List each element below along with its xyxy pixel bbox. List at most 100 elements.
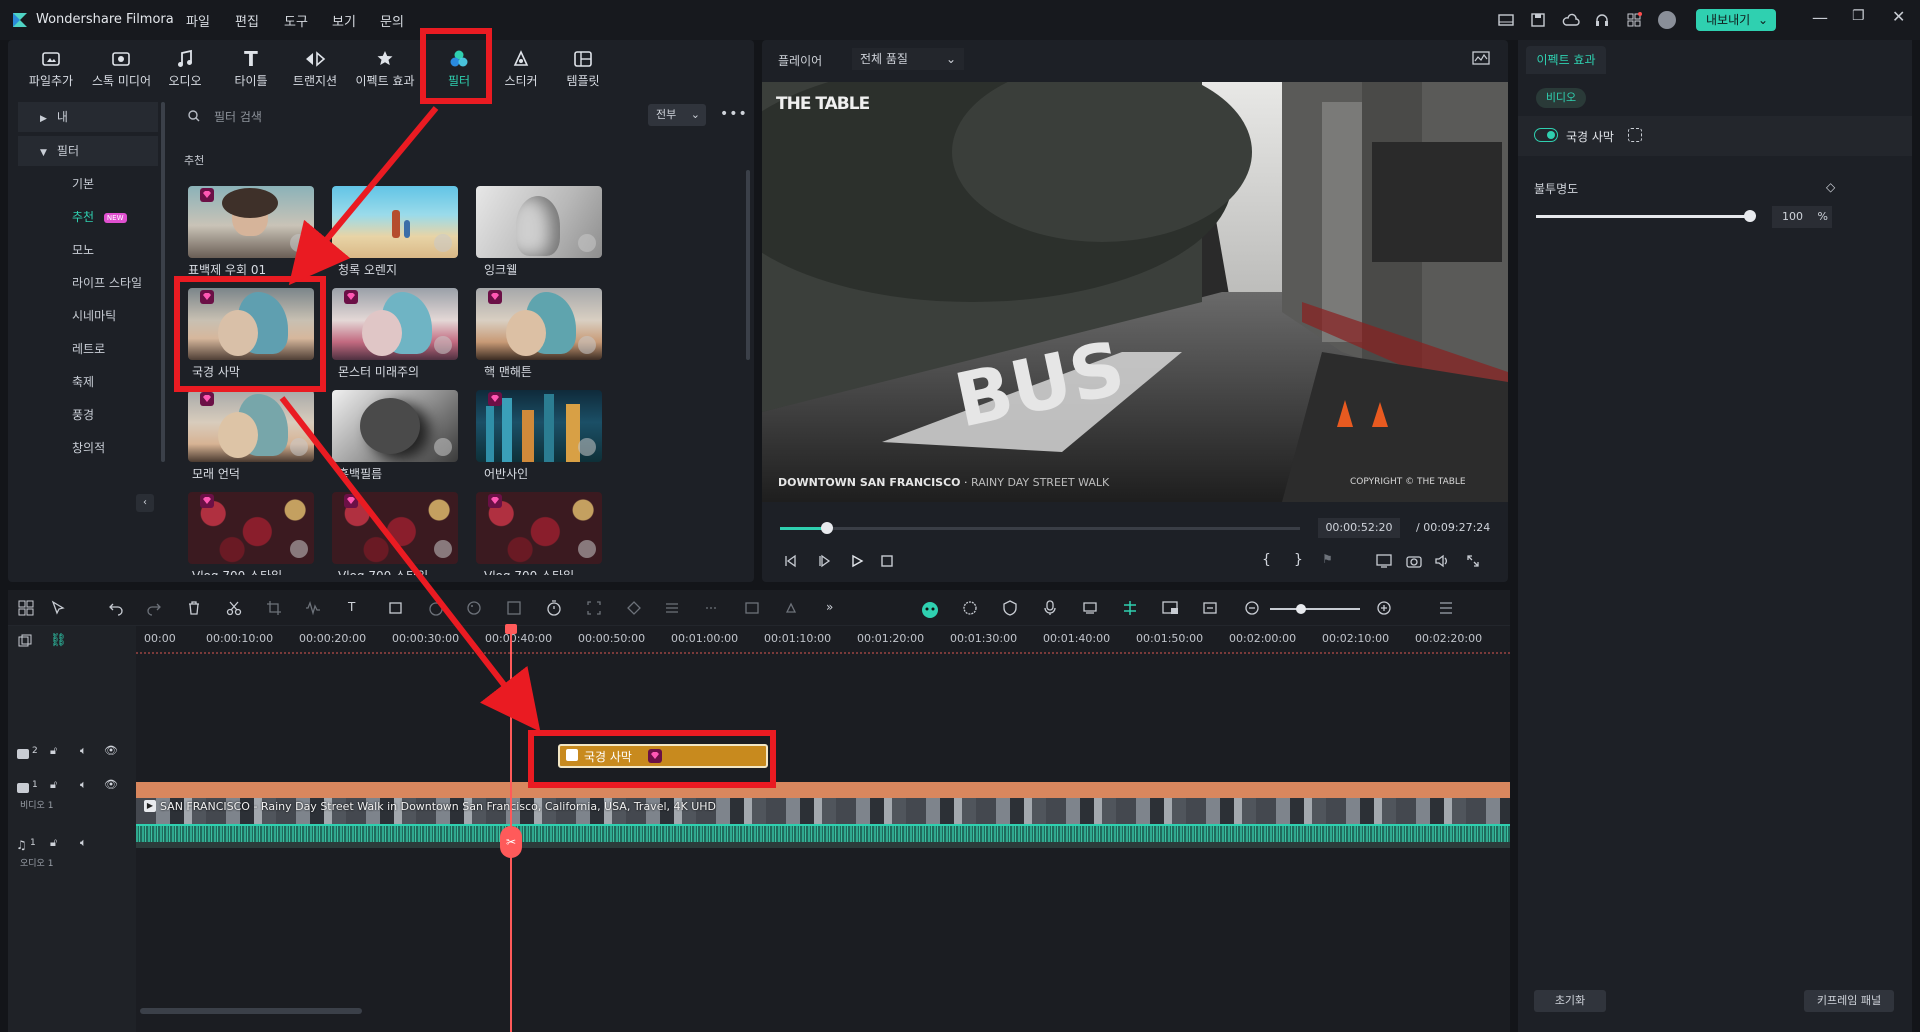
subtitle-icon[interactable]: [1082, 600, 1102, 620]
redo-icon[interactable]: [146, 600, 166, 620]
pip-icon[interactable]: [1162, 600, 1182, 620]
audio-volume-icon[interactable]: 🔈︎: [80, 836, 87, 850]
zoom-in-icon[interactable]: [1376, 600, 1396, 620]
timeline-ruler[interactable]: 00:00 00:00:10:00 00:00:20:00 00:00:30:0…: [136, 626, 1510, 654]
download-icon[interactable]: [434, 336, 452, 354]
download-icon[interactable]: [290, 438, 308, 456]
zoom-out-icon[interactable]: [1244, 600, 1264, 620]
zoom-slider[interactable]: [1270, 604, 1360, 614]
marker-icon[interactable]: ⚑: [1322, 552, 1333, 566]
tree-item-my[interactable]: ▶ 내: [18, 102, 158, 132]
toolbar-sticker[interactable]: 스티커: [492, 48, 550, 92]
split-icon[interactable]: [704, 600, 724, 620]
tree-item-recommended[interactable]: 추천 NEW: [18, 202, 158, 232]
filter-search-input[interactable]: 필터 검색: [214, 108, 514, 125]
filter-thumb-bleach-bypass[interactable]: [188, 186, 314, 258]
current-time[interactable]: 00:00:52:20: [1318, 518, 1400, 538]
filter-thumb-sand-dune[interactable]: [188, 390, 314, 462]
stabilize-icon[interactable]: [744, 600, 764, 620]
keyframe-icon[interactable]: [626, 600, 646, 620]
shield-icon[interactable]: [1002, 600, 1022, 620]
tree-item-mono[interactable]: 모노: [18, 235, 158, 265]
audio-adjust-icon[interactable]: [304, 600, 324, 620]
filter-thumb-inkwell[interactable]: [476, 186, 602, 258]
opacity-slider-handle[interactable]: [1744, 210, 1756, 222]
tab-video[interactable]: 비디오: [1536, 88, 1586, 108]
video-clip[interactable]: ▶ SAN FRANCISCO - Rainy Day Street Walk …: [136, 782, 1510, 848]
grid-scrollbar[interactable]: [746, 170, 750, 360]
timeline-scrollbar[interactable]: [140, 1008, 362, 1014]
voice-icon[interactable]: [784, 600, 804, 620]
minimize-button[interactable]: —: [1812, 8, 1828, 27]
playhead[interactable]: ✂: [500, 624, 522, 1032]
effect-toggle[interactable]: [1534, 128, 1558, 142]
avatar[interactable]: [1658, 11, 1676, 29]
display-icon[interactable]: [1376, 554, 1392, 568]
download-icon[interactable]: [434, 438, 452, 456]
toolbar-title[interactable]: T 타이틀: [222, 47, 280, 92]
toolbar-audio[interactable]: 오디오: [156, 48, 214, 92]
tree-item-basic[interactable]: 기본: [18, 169, 158, 199]
stop-icon[interactable]: [880, 554, 894, 568]
filter-thumb-bw-film[interactable]: [332, 390, 458, 462]
audio-lock-icon[interactable]: 🔓︎: [50, 836, 57, 850]
toolbar-stock-media[interactable]: 스톡 미디어: [92, 48, 151, 92]
mask-icon[interactable]: [1628, 128, 1642, 142]
menu-edit[interactable]: 편집: [235, 11, 259, 30]
filter-thumb-vlog-1[interactable]: [188, 492, 314, 564]
color-icon[interactable]: [466, 600, 486, 620]
keyframe-panel-button[interactable]: 키프레임 패널: [1804, 990, 1894, 1012]
snap-icon[interactable]: [1122, 600, 1142, 620]
tree-item-filters[interactable]: ▼ 필터: [18, 136, 158, 166]
rectangle-icon[interactable]: [388, 600, 408, 620]
filter-thumb-vlog-3[interactable]: [476, 492, 602, 564]
restore-button[interactable]: ❐: [1852, 8, 1865, 24]
quality-dropdown[interactable]: 전체 품질 ⌄: [852, 48, 964, 70]
track2-eye-icon[interactable]: 👁︎: [104, 744, 118, 757]
speed-icon[interactable]: [428, 600, 448, 620]
volume-icon[interactable]: [1434, 554, 1450, 568]
download-icon[interactable]: [434, 540, 452, 558]
download-icon[interactable]: [434, 234, 452, 252]
undo-icon[interactable]: [108, 600, 128, 620]
track1-volume-icon[interactable]: 🔈︎: [80, 778, 87, 792]
mask-tool-icon[interactable]: [506, 600, 526, 620]
tree-item-festival[interactable]: 축제: [18, 367, 158, 397]
filter-thumb-vlog-2[interactable]: [332, 492, 458, 564]
playback-progress-bar[interactable]: [780, 522, 1300, 534]
delete-icon[interactable]: [186, 600, 206, 620]
text-icon[interactable]: T: [348, 600, 368, 620]
download-icon[interactable]: [290, 540, 308, 558]
fit-icon[interactable]: [586, 600, 606, 620]
save-icon[interactable]: [1530, 12, 1546, 28]
close-button[interactable]: ✕: [1892, 7, 1905, 26]
menu-help[interactable]: 문의: [380, 11, 404, 30]
ai-companion-icon[interactable]: [920, 600, 940, 620]
tree-item-retro[interactable]: 레트로: [18, 334, 158, 364]
toolbar-transition[interactable]: 트랜지션: [286, 48, 344, 92]
next-frame-icon[interactable]: [818, 554, 832, 568]
microphone-icon[interactable]: [1042, 600, 1062, 620]
previous-frame-icon[interactable]: [784, 554, 798, 568]
more-tools-icon[interactable]: »: [826, 600, 846, 620]
category-dropdown[interactable]: 전부 ⌄: [648, 104, 706, 126]
play-icon[interactable]: [850, 554, 864, 568]
select-arrow-icon[interactable]: [50, 600, 70, 620]
tree-item-creative[interactable]: 창의적: [18, 433, 158, 463]
track1-lock-icon[interactable]: 🔓︎: [50, 778, 57, 792]
adjust-icon[interactable]: [664, 600, 684, 620]
layout-icon[interactable]: [1498, 12, 1514, 28]
download-icon[interactable]: [290, 234, 308, 252]
layout-grid-icon[interactable]: [18, 600, 38, 620]
scope-icon[interactable]: [1472, 50, 1490, 66]
toolbar-effects[interactable]: 이펙트 효과: [354, 48, 416, 92]
apps-grid-icon[interactable]: [1626, 12, 1642, 28]
tab-effects[interactable]: 이펙트 효과: [1526, 46, 1606, 74]
filter-thumb-monster-futurism[interactable]: [332, 288, 458, 360]
toolbar-import[interactable]: 파일추가: [22, 48, 80, 92]
filter-thumb-teal-orange[interactable]: [332, 186, 458, 258]
opacity-input[interactable]: 100 %: [1772, 206, 1832, 228]
download-icon[interactable]: [578, 234, 596, 252]
zoom-slider-handle[interactable]: [1296, 604, 1306, 614]
mark-in-icon[interactable]: {: [1262, 552, 1271, 568]
